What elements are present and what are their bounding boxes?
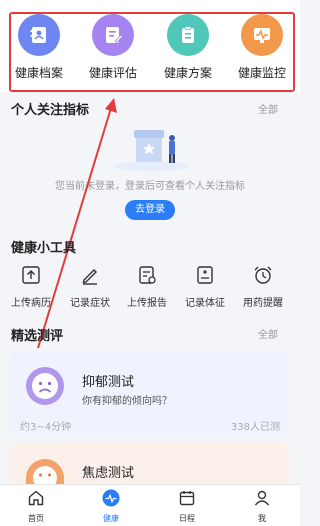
section-title-assessments: 精选测评 xyxy=(11,329,64,344)
tool-medication-reminder[interactable]: 用药提醒 xyxy=(233,264,293,309)
assessment-title: 抑郁测试 xyxy=(82,375,135,390)
tab-health[interactable]: 健康 xyxy=(86,489,136,524)
section-title-indicators: 个人关注指标 xyxy=(11,103,90,118)
tool-label: 上传报告 xyxy=(127,298,167,309)
tool-label: 记录体征 xyxy=(185,298,225,309)
sad-face-icon xyxy=(24,365,66,411)
tool-label: 上传病历 xyxy=(11,298,51,309)
tool-upload-report[interactable]: 上传报告 xyxy=(117,264,177,309)
home-icon xyxy=(27,490,45,511)
tab-schedule[interactable]: 日程 xyxy=(162,489,212,524)
login-prompt: 您当前未登录，登录后可查看个人关注指标 xyxy=(55,181,245,192)
tool-record-vitals[interactable]: 记录体征 xyxy=(175,264,235,309)
upload-icon xyxy=(20,266,42,290)
assessment-count: 338人已测 xyxy=(230,422,280,433)
tool-label: 记录症状 xyxy=(70,298,110,309)
tool-record-symptom[interactable]: 记录症状 xyxy=(60,264,120,309)
user-icon xyxy=(253,490,271,511)
highlight-box xyxy=(9,12,295,92)
report-icon xyxy=(136,266,158,290)
assessment-card-depression[interactable]: 抑郁测试 你有抑郁的倾向吗？ 约3~4分钟 338人已测 xyxy=(10,351,290,435)
health-icon xyxy=(102,489,120,511)
pen-icon xyxy=(79,269,101,290)
section-title-tools: 健康小工具 xyxy=(11,241,77,256)
tab-label: 首页 xyxy=(28,514,44,523)
empty-state-illustration xyxy=(110,122,192,172)
status-bar xyxy=(0,0,300,8)
alarm-clock-icon xyxy=(252,266,274,290)
tab-label: 日程 xyxy=(179,514,195,523)
tab-me[interactable]: 我 xyxy=(237,489,287,524)
assessment-duration: 约3~4分钟 xyxy=(20,422,72,433)
calendar-icon xyxy=(178,491,196,511)
assessment-desc: 你有抑郁的倾向吗？ xyxy=(82,396,172,407)
assessment-title: 焦虑测试 xyxy=(82,466,135,481)
assessments-more-link[interactable]: 全部 xyxy=(258,326,278,341)
tab-label: 我 xyxy=(258,514,266,523)
tab-home[interactable]: 首页 xyxy=(11,489,61,524)
bottom-tab-bar: 首页 健康 日程 我 xyxy=(0,484,300,526)
indicators-more-link[interactable]: 全部 xyxy=(258,101,278,116)
vitals-icon xyxy=(194,266,216,290)
tool-upload-record[interactable]: 上传病历 xyxy=(1,264,61,309)
tab-label: 健康 xyxy=(103,514,119,523)
tool-label: 用药提醒 xyxy=(243,298,283,309)
assessment-card-anxiety[interactable]: 焦虑测试 xyxy=(10,443,290,490)
login-button[interactable]: 去登录 xyxy=(125,200,175,220)
